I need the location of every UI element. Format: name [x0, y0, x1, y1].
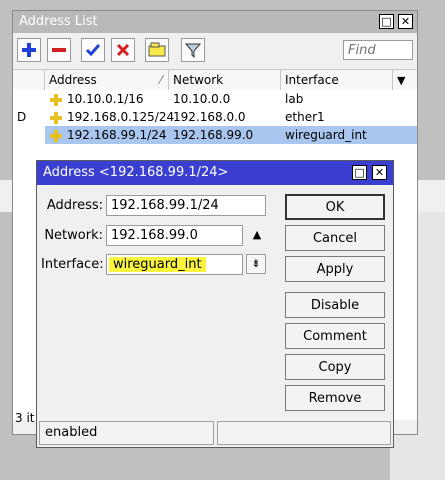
- comment-button[interactable]: [145, 38, 169, 62]
- triangle-down-icon: ▼: [397, 74, 406, 87]
- cancel-button[interactable]: Cancel: [285, 225, 385, 251]
- find-input[interactable]: [343, 40, 413, 60]
- interface-dropdown-button[interactable]: ⇟: [246, 254, 266, 274]
- interface-field[interactable]: wireguard_int: [106, 254, 243, 275]
- maximize-icon[interactable]: □: [379, 14, 394, 29]
- close-icon[interactable]: ✕: [398, 14, 413, 29]
- network-cell: 192.168.99.0: [169, 126, 281, 144]
- address-list-titlebar[interactable]: Address List □ ✕: [13, 11, 417, 33]
- address-label: Address:: [46, 198, 103, 213]
- table-header: Address ⁄ Network Interface ▼: [13, 69, 417, 91]
- copy-button[interactable]: Copy: [285, 354, 385, 380]
- network-collapse-button[interactable]: ▲: [247, 225, 267, 245]
- address-icon: [50, 129, 62, 142]
- column-header-address[interactable]: Address ⁄: [45, 70, 169, 90]
- network-label: Network:: [44, 228, 103, 243]
- check-icon: [85, 44, 101, 57]
- network-field[interactable]: 192.168.99.0: [106, 225, 243, 246]
- minus-icon: [52, 48, 66, 52]
- close-icon[interactable]: ✕: [372, 165, 387, 180]
- item-count: 3 it: [15, 411, 35, 425]
- interface-cell: lab: [285, 92, 304, 106]
- interface-cell: wireguard_int: [281, 126, 417, 144]
- row-flag: [13, 126, 45, 144]
- column-menu-button[interactable]: ▼: [393, 70, 417, 90]
- address-field[interactable]: 192.168.99.1/24: [106, 195, 266, 216]
- remove-button[interactable]: [47, 38, 71, 62]
- table-row[interactable]: 10.10.0.1/16 10.10.0.0 lab: [13, 90, 417, 108]
- interface-value: wireguard_int: [109, 257, 206, 272]
- address-cell: 192.168.99.1/24: [45, 126, 169, 144]
- interface-cell: ether1: [285, 110, 325, 124]
- dialog-title: Address <192.168.99.1/24>: [43, 165, 229, 180]
- dialog-titlebar[interactable]: Address <192.168.99.1/24> □ ✕: [37, 161, 393, 185]
- row-flag: D: [17, 110, 27, 124]
- table-row[interactable]: D 192.168.0.125/24 192.168.0.0 ether1: [13, 108, 417, 126]
- filter-button[interactable]: [181, 38, 205, 62]
- address-icon: [50, 111, 62, 124]
- network-cell: 192.168.0.0: [173, 110, 246, 124]
- row-flag: [13, 90, 45, 108]
- address-cell: 192.168.0.125/24: [45, 108, 174, 126]
- enable-button[interactable]: [81, 38, 105, 62]
- dropdown-arrow-icon: ⇟: [251, 257, 261, 270]
- add-button[interactable]: [17, 38, 41, 62]
- sort-icon: ⁄: [159, 73, 162, 87]
- column-header-network[interactable]: Network: [169, 70, 281, 90]
- column-header-interface[interactable]: Interface: [281, 70, 393, 90]
- address-icon: [50, 93, 62, 106]
- remove-button[interactable]: Remove: [285, 385, 385, 411]
- plus-icon: [22, 43, 36, 57]
- filter-icon: [185, 43, 201, 58]
- status-text: enabled: [39, 421, 214, 445]
- x-icon: [116, 43, 130, 57]
- disable-button[interactable]: [111, 38, 135, 62]
- disable-button[interactable]: Disable: [285, 292, 385, 318]
- status-panel: [217, 421, 391, 445]
- network-cell: 10.10.0.0: [173, 92, 231, 106]
- note-icon: [148, 42, 166, 57]
- triangle-up-icon: ▲: [252, 228, 262, 241]
- flag-column-header[interactable]: [13, 70, 45, 90]
- maximize-icon[interactable]: □: [352, 165, 367, 180]
- window-title: Address List: [19, 14, 98, 29]
- address-dialog: Address <192.168.99.1/24> □ ✕ Address: 1…: [36, 160, 394, 448]
- interface-label: Interface:: [41, 257, 104, 272]
- comment-button[interactable]: Comment: [285, 323, 385, 349]
- ok-button[interactable]: OK: [285, 194, 385, 220]
- address-cell: 10.10.0.1/16: [45, 90, 169, 108]
- toolbar: [13, 33, 417, 67]
- table-row-selected[interactable]: 192.168.99.1/24 192.168.99.0 wireguard_i…: [13, 126, 417, 144]
- apply-button[interactable]: Apply: [285, 256, 385, 282]
